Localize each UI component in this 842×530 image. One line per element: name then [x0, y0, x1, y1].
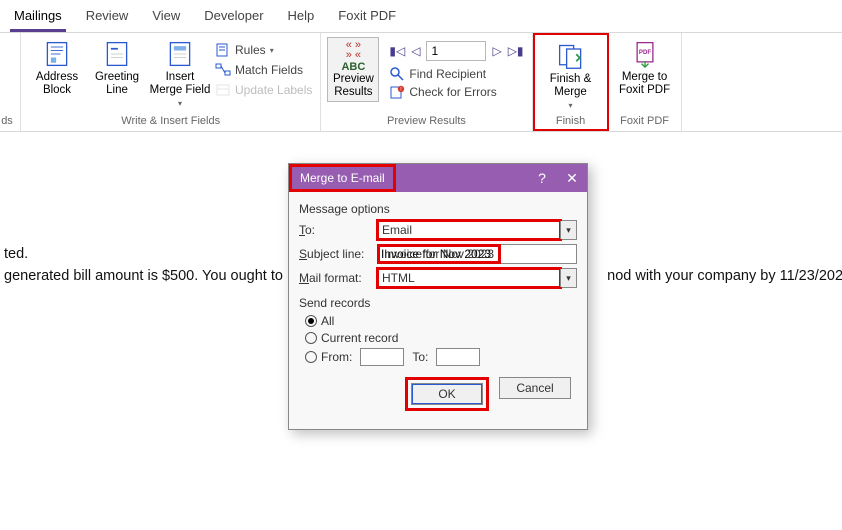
foxit-pdf-icon: PDF [631, 39, 659, 69]
group-write-insert-fields: Address Block Greeting Line Insert Merge… [21, 33, 321, 131]
update-labels-button: Update Labels [213, 81, 314, 99]
dialog-help-button[interactable]: ? [527, 170, 557, 186]
insert-merge-field-button[interactable]: Insert Merge Field ▾ [147, 37, 213, 111]
radio-all[interactable]: All [305, 314, 577, 328]
group-preview-results: « »» « ABC Preview Results ▮◁ ◁ ▷ ▷▮ Fin… [321, 33, 532, 131]
match-fields-button[interactable]: Match Fields [213, 61, 314, 79]
check-errors-icon: ! [389, 84, 405, 100]
match-fields-label: Match Fields [235, 63, 303, 77]
svg-text:PDF: PDF [638, 49, 650, 56]
send-records-label: Send records [299, 296, 577, 310]
rules-label: Rules [235, 43, 266, 57]
group-label-trunc: ds [0, 113, 14, 129]
preview-results-button[interactable]: « »» « ABC Preview Results [327, 37, 379, 102]
merge-to-foxit-label: Merge to Foxit PDF [617, 71, 673, 97]
preview-results-label: Preview Results [330, 73, 376, 98]
ok-button[interactable]: OK [411, 383, 483, 405]
mail-format-value: HTML [376, 267, 562, 289]
preview-abc-label: ABC [341, 61, 365, 73]
merge-to-email-dialog: Merge to E-mail ? ✕ Message options To: … [288, 163, 588, 430]
radio-icon [305, 332, 317, 344]
radio-current[interactable]: Current record [305, 331, 577, 345]
ok-button-highlight: OK [405, 377, 489, 411]
preview-arrows-icon: « »» « [346, 41, 361, 61]
insert-merge-field-label: Insert Merge Field [149, 71, 211, 97]
svg-text:!: ! [401, 87, 402, 93]
chevron-down-icon: ▾ [178, 99, 182, 108]
mail-format-dropdown[interactable]: HTML ▾ [377, 268, 577, 288]
ribbon: ds Address Block Greeting Line Insert M [0, 33, 842, 132]
cancel-button[interactable]: Cancel [499, 377, 571, 399]
chevron-down-icon[interactable]: ▾ [560, 269, 576, 287]
group-finish: Finish & Merge ▾ Finish [533, 33, 609, 131]
greeting-line-icon [103, 39, 131, 69]
rules-icon [215, 42, 231, 58]
to-range-input[interactable] [436, 348, 480, 366]
doc-text-before: generated bill amount is $500. You ought… [4, 268, 299, 284]
group-truncated: ds [0, 33, 21, 131]
group-foxit: PDF Merge to Foxit PDF Foxit PDF [609, 33, 682, 131]
chevron-down-icon[interactable]: ▾ [560, 221, 576, 239]
group-label-finish: Finish [541, 113, 601, 129]
finish-merge-label: Finish & Merge [543, 73, 599, 99]
to-dropdown[interactable]: Email ▾ [377, 220, 577, 240]
chevron-down-icon: ▾ [270, 46, 274, 55]
finish-merge-button[interactable]: Finish & Merge ▾ [541, 39, 601, 113]
radio-icon [305, 351, 317, 363]
tab-help[interactable]: Help [284, 4, 319, 32]
radio-icon [305, 315, 317, 327]
group-label-foxit: Foxit PDF [615, 113, 675, 129]
message-options-label: Message options [299, 202, 577, 216]
subject-label: Subject line: [299, 247, 377, 261]
find-recipient-button[interactable]: Find Recipient [387, 65, 525, 83]
merge-to-foxit-button[interactable]: PDF Merge to Foxit PDF [615, 37, 675, 99]
next-record-icon[interactable]: ▷ [492, 44, 501, 58]
ribbon-tabs: Mailings Review View Developer Help Foxi… [0, 0, 842, 33]
tab-review[interactable]: Review [82, 4, 133, 32]
update-labels-label: Update Labels [235, 83, 312, 97]
insert-merge-field-icon [166, 39, 194, 69]
check-errors-button[interactable]: ! Check for Errors [387, 83, 525, 101]
address-block-label: Address Block [29, 71, 85, 97]
greeting-line-button[interactable]: Greeting Line [87, 37, 147, 99]
greeting-line-label: Greeting Line [89, 71, 145, 97]
group-label-write-insert: Write & Insert Fields [27, 113, 314, 129]
doc-text-after: nod with your company by 11/23/2023. [607, 268, 842, 284]
dialog-title-text: Merge to E-mail [289, 164, 396, 192]
record-number-input[interactable] [426, 41, 486, 61]
subject-highlight: Invoice for Nov 2023 [377, 244, 501, 264]
find-recipient-icon [389, 66, 405, 82]
last-record-icon[interactable]: ▷▮ [508, 44, 524, 58]
tab-view[interactable]: View [148, 4, 184, 32]
mail-format-label: Mail format: [299, 271, 377, 285]
dialog-titlebar: Merge to E-mail ? ✕ [289, 164, 587, 192]
find-recipient-label: Find Recipient [409, 67, 486, 81]
tab-mailings[interactable]: Mailings [10, 4, 66, 32]
radio-from[interactable]: From: To: [305, 348, 577, 366]
chevron-down-icon: ▾ [569, 101, 573, 110]
to-label: To: [299, 223, 377, 237]
dialog-close-button[interactable]: ✕ [557, 170, 587, 187]
match-fields-icon [215, 62, 231, 78]
rules-button[interactable]: Rules ▾ [213, 41, 314, 59]
truncated-button[interactable] [0, 37, 14, 71]
address-block-button[interactable]: Address Block [27, 37, 87, 99]
group-label-preview: Preview Results [327, 113, 525, 129]
update-labels-icon [215, 82, 231, 98]
from-input[interactable] [360, 348, 404, 366]
address-block-icon [43, 39, 71, 69]
tab-developer[interactable]: Developer [200, 4, 267, 32]
finish-merge-icon [557, 41, 585, 71]
prev-record-icon[interactable]: ◁ [411, 44, 420, 58]
first-record-icon[interactable]: ▮◁ [389, 44, 405, 58]
tab-foxit[interactable]: Foxit PDF [334, 4, 400, 32]
check-errors-label: Check for Errors [409, 85, 496, 99]
to-value: Email [376, 219, 562, 241]
